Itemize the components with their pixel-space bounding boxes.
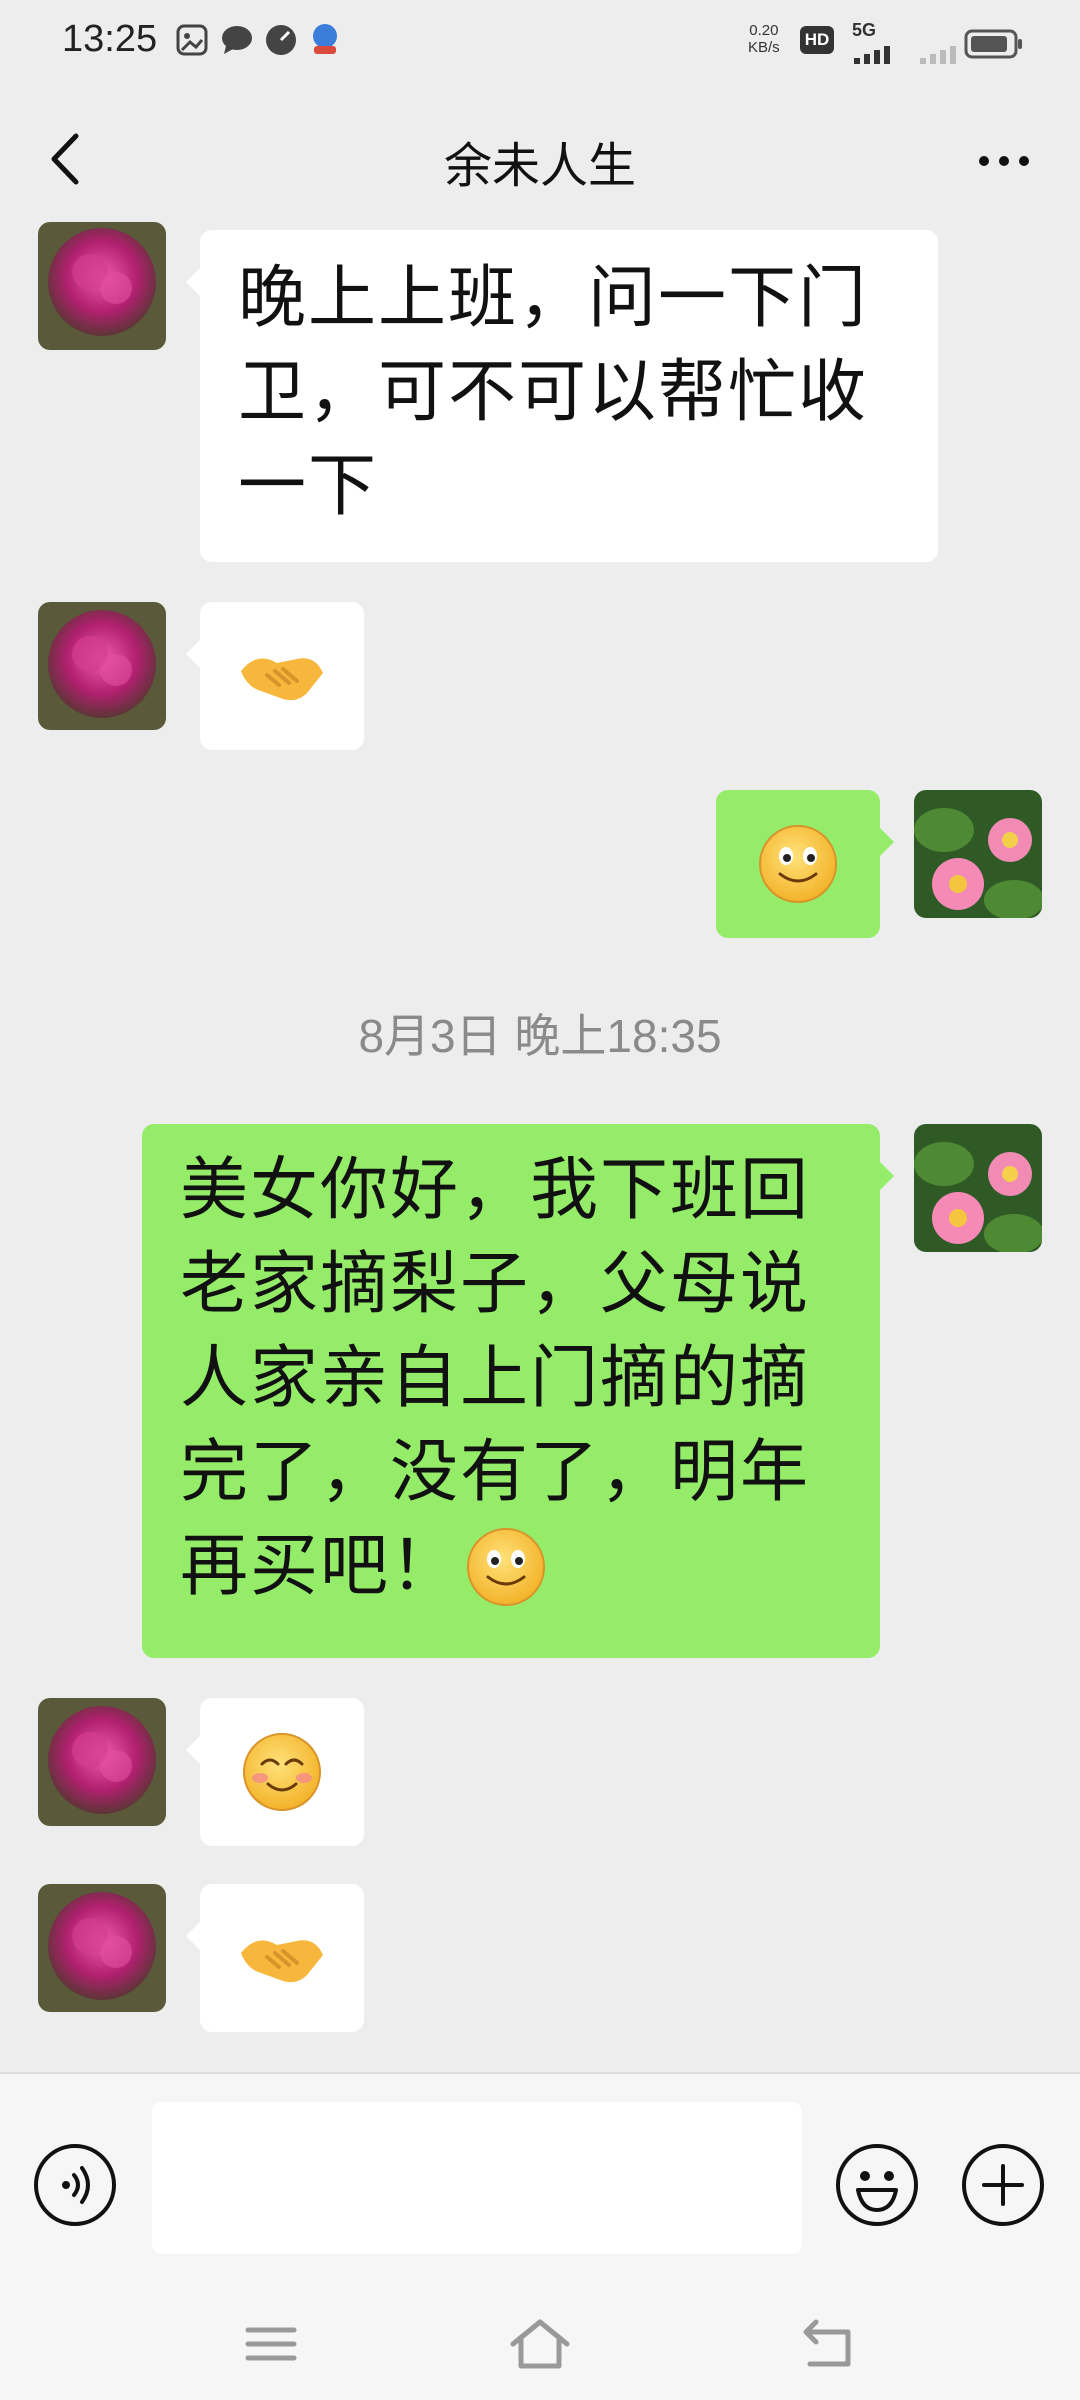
message-bubble-incoming[interactable]: 晚上上班，问一下门 卫，可不可以帮忙收 一下 bbox=[186, 230, 938, 562]
voice-button[interactable] bbox=[32, 2142, 118, 2228]
chat-header: 余未人生 bbox=[0, 84, 1080, 232]
signal-icon-2 bbox=[920, 46, 956, 64]
menu-icon[interactable] bbox=[236, 2314, 306, 2374]
battery-icon bbox=[964, 29, 1022, 59]
peony-avatar-image bbox=[38, 1884, 166, 2012]
peony-avatar-image bbox=[38, 222, 166, 350]
hd-badge: HD bbox=[800, 26, 834, 54]
handshake-emoji-icon bbox=[241, 658, 323, 701]
system-nav-bar bbox=[0, 2290, 1080, 2400]
contact-avatar[interactable] bbox=[38, 602, 166, 730]
message-bubble-outgoing[interactable]: 美女你好，我下班回 老家摘梨子，父母说 人家亲自上门摘的摘 完了，没有了，明年 … bbox=[142, 1124, 894, 1658]
contact-avatar[interactable] bbox=[38, 1884, 166, 2012]
net-speed: 0.20 KB/s bbox=[748, 22, 780, 56]
message-timestamp: 8月3日 晚上18:35 bbox=[358, 1010, 722, 1062]
lotus-avatar-image bbox=[914, 1124, 1042, 1252]
peony-avatar-image bbox=[38, 1698, 166, 1826]
home-icon[interactable] bbox=[505, 2314, 575, 2374]
my-avatar[interactable] bbox=[914, 790, 1042, 918]
message-bubble-incoming[interactable] bbox=[186, 1698, 364, 1846]
handshake-emoji-icon bbox=[241, 1940, 323, 1983]
chat-icon bbox=[222, 26, 252, 54]
message-input[interactable] bbox=[152, 2102, 802, 2254]
contact-avatar[interactable] bbox=[38, 222, 166, 350]
status-bar: 13:25 0.20 KB/s HD 5G bbox=[0, 0, 1080, 84]
signal-icon bbox=[854, 46, 890, 64]
message-bubble-incoming[interactable] bbox=[186, 1884, 364, 2032]
smile-emoji-icon bbox=[467, 1528, 546, 1606]
lotus-avatar-image bbox=[914, 790, 1042, 918]
blush-emoji-icon bbox=[243, 1733, 321, 1811]
gallery-icon bbox=[176, 24, 208, 56]
back-nav-icon[interactable] bbox=[792, 2314, 862, 2374]
smile-emoji-icon bbox=[759, 825, 837, 903]
more-functions-button[interactable] bbox=[960, 2142, 1046, 2228]
peony-avatar-image bbox=[38, 602, 166, 730]
status-time: 13:25 bbox=[62, 18, 158, 60]
my-avatar[interactable] bbox=[914, 1124, 1042, 1252]
input-bar bbox=[0, 2072, 1080, 2290]
app-icon bbox=[313, 24, 337, 54]
chat-title: 余未人生 bbox=[443, 138, 636, 194]
message-bubble-outgoing[interactable] bbox=[716, 790, 894, 938]
more-options-button[interactable] bbox=[964, 136, 1044, 186]
speedometer-icon bbox=[266, 25, 296, 55]
message-text: 美女你好，我下班回 老家摘梨子，父母说 人家亲自上门摘的摘 完了，没有了，明年 … bbox=[180, 1144, 842, 1614]
message-bubble-incoming[interactable] bbox=[186, 602, 364, 750]
emoji-button[interactable] bbox=[834, 2142, 920, 2228]
message-text: 晚上上班，问一下门 卫，可不可以帮忙收 一下 bbox=[238, 259, 869, 526]
contact-avatar[interactable] bbox=[38, 1698, 166, 1826]
